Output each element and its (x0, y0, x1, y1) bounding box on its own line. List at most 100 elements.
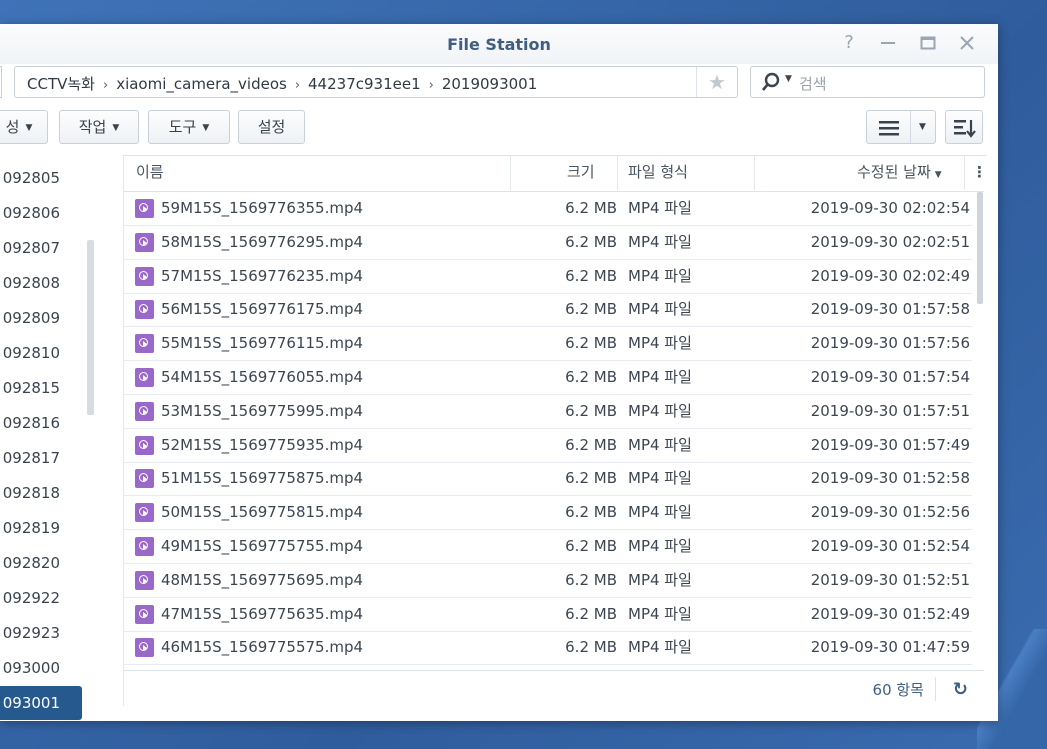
file-size: 6.2 MB (565, 537, 617, 555)
column-divider[interactable] (964, 156, 965, 190)
video-file-icon (135, 570, 154, 590)
tree-item[interactable]: 092810 (0, 336, 82, 370)
file-modified: 2019-09-30 01:57:49 (810, 435, 970, 454)
favorite-star-icon[interactable]: ★ (696, 67, 737, 97)
help-icon[interactable]: ? (838, 32, 860, 54)
file-size: 6.2 MB (565, 503, 617, 522)
table-row[interactable]: 58M15S_1569776295.mp4 6.2 MB MP4 파일 2019-09… (124, 226, 972, 260)
table-row[interactable]: 54M15S_1569776055.mp4 6.2 MB MP4 파일 2019-09… (124, 361, 972, 395)
column-options-icon[interactable]: ⋮ (972, 156, 987, 191)
close-icon[interactable] (956, 32, 978, 54)
table-row[interactable]: 56M15S_1569776175.mp4 6.2 MB MP4 파일 2019-09… (124, 293, 972, 328)
table-row[interactable]: 55M15S_1569776115.mp4 6.2 MB MP4 파일 2019-09… (124, 327, 972, 362)
sort-button[interactable] (945, 110, 983, 144)
caret-down-icon[interactable]: ▼ (919, 111, 926, 143)
table-row[interactable]: 48M15S_1569775695.mp4 6.2 MB MP4 파일 2019-09… (124, 564, 972, 598)
file-size: 6.2 MB (565, 266, 617, 285)
table-row[interactable]: 52M15S_1569775935.mp4 6.2 MB MP4 파일 2019-09… (124, 429, 972, 463)
file-type: MP4 파일 (628, 503, 692, 522)
file-name: 57M15S_1569776235.mp4 (161, 266, 364, 285)
tree-item[interactable]: 092807 (0, 231, 82, 265)
column-divider[interactable] (617, 156, 618, 190)
file-modified: 2019-09-30 01:52:56 (810, 503, 970, 522)
tree-item[interactable]: 093001 (0, 686, 82, 720)
table-row[interactable]: 51M15S_1569775875.mp4 6.2 MB MP4 파일 2019-09… (124, 462, 972, 497)
caret-down-icon[interactable]: ▼ (785, 74, 792, 84)
tree-item[interactable]: 092818 (0, 476, 82, 510)
tree-item[interactable]: 092820 (0, 546, 82, 580)
table-row[interactable]: 49M15S_1569775755.mp4 6.2 MB MP4 파일 2019-09… (124, 530, 972, 564)
tree-item-label: 092817 (2, 449, 60, 467)
create-label: 성 (5, 118, 20, 136)
tree-item[interactable]: 092809 (0, 301, 82, 335)
column-name[interactable]: 이름 (136, 156, 164, 191)
tree-item[interactable]: 092816 (0, 406, 82, 440)
action-button[interactable]: 작업 ▼ (59, 110, 139, 144)
file-size: 6.2 MB (565, 435, 617, 454)
file-name: 58M15S_1569776295.mp4 (161, 232, 364, 251)
file-modified: 2019-09-30 02:02:51 (810, 232, 970, 251)
file-type: MP4 파일 (628, 199, 692, 217)
file-name: 59M15S_1569776355.mp4 (161, 199, 364, 217)
tree-item[interactable]: 093000 (0, 651, 82, 685)
file-station-window: File Station ? CCTV녹화 › xiaomi_camera_vide… (0, 24, 998, 721)
video-file-icon (135, 300, 154, 320)
divider (910, 111, 911, 143)
tree-item[interactable]: 092808 (0, 266, 82, 300)
settings-button[interactable]: 설정 (238, 110, 305, 144)
tree-item[interactable]: 092817 (0, 441, 82, 475)
crumb-2[interactable]: 44237c931ee1 (308, 75, 421, 93)
file-name: 55M15S_1569776115.mp4 (161, 334, 364, 353)
list-scrollbar[interactable] (977, 192, 983, 304)
table-row[interactable]: 47M15S_1569775635.mp4 6.2 MB MP4 파일 2019-09… (124, 598, 972, 632)
video-file-icon (135, 435, 154, 455)
chevron-right-icon: › (428, 78, 434, 93)
tree-item[interactable]: 092923 (0, 616, 82, 650)
file-modified: 2019-09-30 02:02:49 (810, 266, 970, 285)
table-row[interactable]: 57M15S_1569776235.mp4 6.2 MB MP4 파일 2019-09… (124, 260, 972, 294)
table-row[interactable]: 50M15S_1569775815.mp4 6.2 MB MP4 파일 2019-09… (124, 496, 972, 531)
column-size[interactable]: 크기 (567, 156, 595, 191)
status-bar: 60 항목 ↻ (124, 670, 984, 707)
video-file-icon (135, 199, 154, 218)
tree-item-label: 092922 (2, 589, 60, 607)
file-size: 6.2 MB (565, 401, 617, 420)
tree-item[interactable]: 092922 (0, 581, 82, 615)
crumb-1[interactable]: xiaomi_camera_videos (116, 75, 287, 93)
table-row[interactable]: 46M15S_1569775575.mp4 6.2 MB MP4 파일 2019-09… (124, 631, 972, 666)
back-button[interactable] (0, 66, 2, 98)
crumb-0[interactable]: CCTV녹화 (27, 75, 95, 93)
file-size: 6.2 MB (565, 604, 617, 623)
breadcrumb[interactable]: CCTV녹화 › xiaomi_camera_videos › 44237c931ee1… (14, 66, 738, 98)
search-icon[interactable] (761, 72, 781, 92)
tools-button[interactable]: 도구 ▼ (148, 110, 230, 144)
table-row[interactable]: 59M15S_1569776355.mp4 6.2 MB MP4 파일 2019-09… (124, 192, 972, 226)
file-type: MP4 파일 (628, 266, 692, 285)
file-type: MP4 파일 (628, 604, 692, 623)
table-row[interactable]: 53M15S_1569775995.mp4 6.2 MB MP4 파일 2019-09… (124, 395, 972, 429)
file-name: 46M15S_1569775575.mp4 (161, 638, 364, 657)
minimize-icon[interactable] (877, 32, 899, 54)
column-modified[interactable]: 수정된 날짜 ▼ (857, 156, 942, 191)
tree-item[interactable]: 092806 (0, 196, 82, 230)
tree-item[interactable]: 092819 (0, 511, 82, 545)
column-divider[interactable] (754, 156, 755, 190)
column-type[interactable]: 파일 형식 (628, 156, 688, 191)
file-modified: 2019-09-30 01:52:58 (810, 469, 970, 488)
video-file-icon (135, 368, 154, 387)
refresh-icon[interactable]: ↻ (953, 679, 968, 700)
maximize-icon[interactable] (917, 32, 939, 54)
list-view-icon (879, 121, 899, 136)
crumb-3[interactable]: 2019093001 (442, 75, 537, 93)
tree-scrollbar[interactable] (87, 240, 94, 415)
caret-down-icon: ▼ (202, 122, 210, 133)
tree-item[interactable]: 092815 (0, 371, 82, 405)
file-name: 47M15S_1569775635.mp4 (161, 604, 364, 623)
chevron-right-icon: › (102, 78, 109, 93)
column-divider[interactable] (510, 156, 511, 190)
create-button[interactable]: 성 ▼ (0, 110, 48, 144)
tree-item[interactable]: 092805 (0, 161, 82, 195)
search-input[interactable]: ▼ 검색 (750, 66, 985, 98)
view-mode-button[interactable]: ▼ (866, 110, 936, 144)
file-modified: 2019-09-30 01:52:51 (810, 570, 970, 589)
